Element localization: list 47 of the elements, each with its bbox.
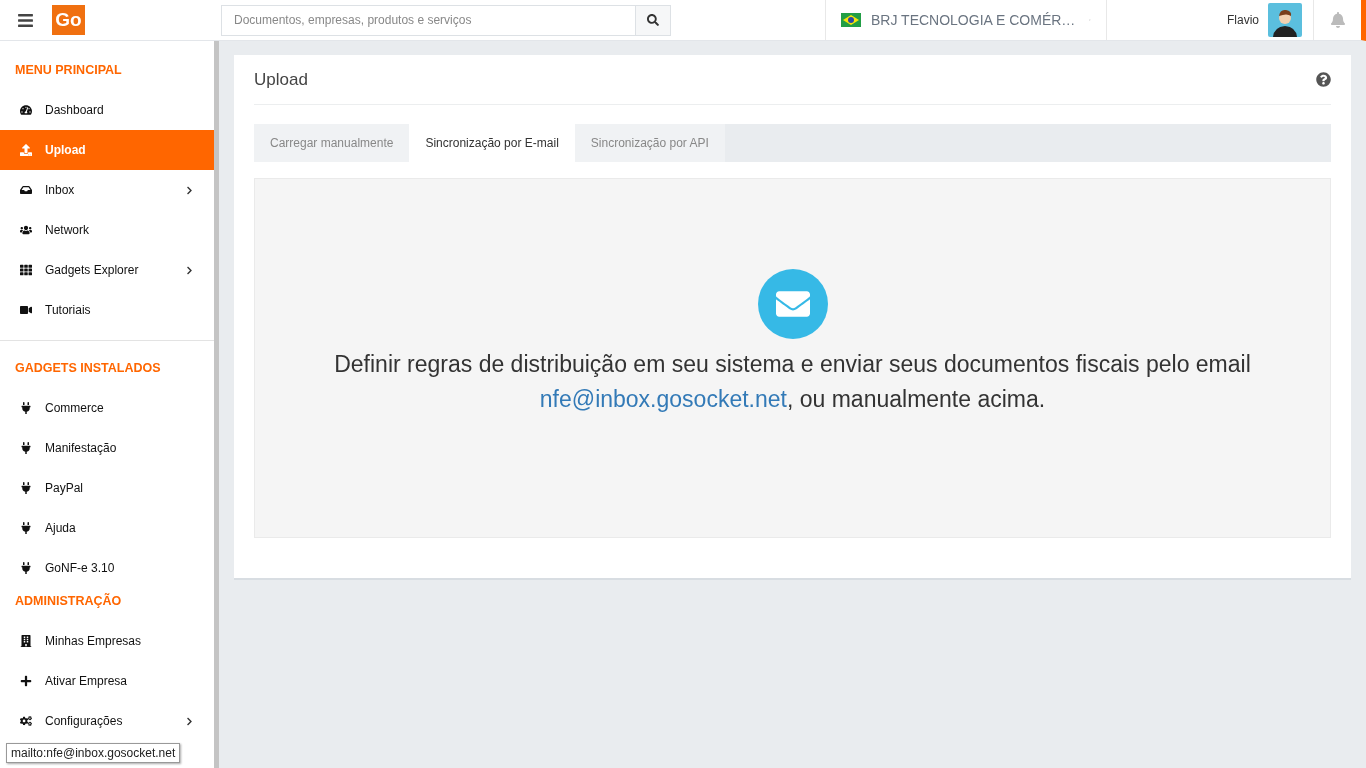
chevron-right-icon (185, 185, 194, 195)
dashboard-icon (20, 104, 32, 116)
sidebar-item[interactable]: Network (0, 210, 214, 250)
plug-icon (20, 522, 32, 534)
sidebar-item[interactable]: Minhas Empresas (0, 621, 214, 661)
sidebar-item[interactable]: GoNF-e 3.10 (0, 548, 214, 588)
grid-icon (20, 264, 32, 276)
search-icon (647, 14, 659, 26)
inbox-icon (20, 184, 32, 196)
sidebar-item[interactable]: Manifestação (0, 428, 214, 468)
plus-icon (20, 675, 32, 687)
help-icon[interactable] (1316, 72, 1331, 87)
avatar-icon[interactable] (1268, 3, 1302, 37)
sidebar-item[interactable]: Dashboard (0, 90, 214, 130)
sidebar-item[interactable]: Ajuda (0, 508, 214, 548)
search-button[interactable] (635, 4, 671, 36)
email-link[interactable]: nfe@inbox.gosocket.net (539, 386, 787, 412)
sidebar-item[interactable]: Configurações (0, 701, 214, 741)
upload-icon (20, 144, 32, 156)
tab[interactable]: Sincronização por E-mail (409, 124, 575, 162)
section-title: ADMINISTRAÇÃO (14, 592, 123, 610)
plug-icon (20, 482, 32, 494)
sidebar-item[interactable]: Ativar Empresa (0, 661, 214, 701)
sidebar-item[interactable]: Tutoriais (0, 290, 214, 330)
plug-icon (20, 442, 32, 454)
user-name: Flavio (1227, 13, 1259, 27)
status-tooltip: mailto:nfe@inbox.gosocket.net (6, 743, 181, 763)
instruction-text: Definir regras de distribuição em seu sistema e enviar seus documentos fiscais pelo email nfe@inbox.gosocket.net, ou manualmente acima. (334, 350, 1251, 414)
section-title: GADGETS INSTALADOS (14, 360, 162, 377)
panel-title: Upload (254, 69, 308, 90)
flag-icon (841, 13, 861, 27)
plug-icon (20, 402, 32, 414)
sidebar-item[interactable]: Commerce (0, 388, 214, 428)
settings-icon (20, 715, 32, 727)
chevron-right-icon (185, 265, 194, 275)
sidebar-item[interactable]: Inbox (0, 170, 214, 210)
company-dropdown[interactable]: BRJ TECNOLOGIA E COMÉR… (825, 0, 1107, 40)
section-title: MENU PRINCIPAL (14, 62, 123, 79)
video-camera-icon (20, 304, 32, 316)
chevron-right-icon (185, 716, 194, 726)
search-field[interactable]: Documentos, empresas, produtos e serviços (221, 4, 635, 36)
plug-icon (20, 562, 32, 574)
building-icon (20, 635, 32, 647)
users-icon (20, 224, 32, 236)
sidebar-item[interactable]: PayPal (0, 468, 214, 508)
sidebar-item[interactable]: Gadgets Explorer (0, 250, 214, 290)
menu-icon[interactable] (17, 11, 34, 29)
